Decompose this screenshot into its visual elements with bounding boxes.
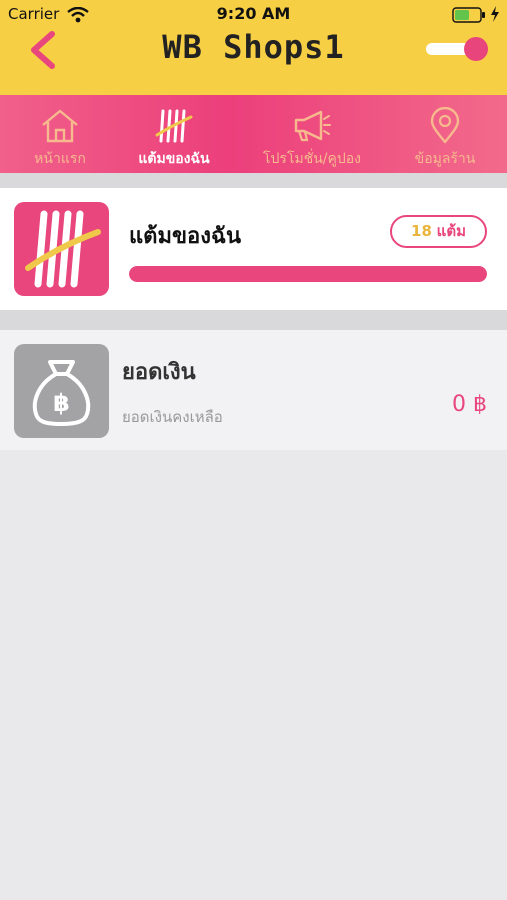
location-pin-icon (430, 107, 460, 144)
tab-promotions-label: โปรโมชั่น/คูปอง (263, 151, 361, 167)
header-bar: Carrier 9:20 AM WB Shops1 (0, 0, 507, 95)
points-count: 18 (411, 222, 432, 240)
points-tally-icon (25, 210, 101, 288)
status-bar: Carrier 9:20 AM (0, 0, 507, 30)
mode-toggle[interactable] (426, 37, 488, 61)
svg-text:฿: ฿ (53, 389, 70, 417)
tab-shop-info[interactable]: ข้อมูลร้าน (395, 95, 495, 173)
tab-my-points[interactable]: แต้มของฉัน (124, 95, 224, 173)
tab-promotions[interactable]: โปรโมชั่น/คูปอง (252, 95, 372, 173)
toggle-knob (464, 37, 488, 61)
points-tally-icon (155, 109, 193, 143)
tab-home-label: หน้าแรก (34, 151, 86, 167)
charging-bolt-icon (491, 6, 499, 22)
tab-my-points-label: แต้มของฉัน (138, 151, 210, 167)
battery-icon (452, 7, 485, 23)
points-progress-fill (129, 266, 487, 282)
balance-subtitle: ยอดเงินคงเหลือ (122, 408, 223, 426)
tab-home[interactable]: หน้าแรก (10, 95, 110, 173)
money-bag-icon: ฿ (32, 360, 91, 426)
clock-time: 9:20 AM (216, 4, 291, 23)
points-card[interactable]: แต้มของฉัน 18 แต้ม (0, 188, 507, 310)
balance-amount: 0 ฿ (452, 392, 487, 417)
points-unit: แต้ม (436, 222, 466, 240)
home-icon (42, 109, 78, 143)
points-logo (14, 202, 109, 296)
section-divider (0, 173, 507, 188)
balance-row[interactable]: ฿ ยอดเงิน ยอดเงินคงเหลือ 0 ฿ (0, 330, 507, 450)
balance-title: ยอดเงิน (122, 360, 196, 385)
points-title: แต้มของฉัน (129, 224, 241, 249)
balance-icon-box: ฿ (14, 344, 109, 438)
points-count-badge[interactable]: 18 แต้ม (390, 215, 487, 248)
tab-bar: หน้าแรก แต้มของฉัน โปรโมชั่น/คูปอง ข้อมู… (0, 95, 507, 173)
megaphone-icon (294, 110, 331, 142)
tab-shop-info-label: ข้อมูลร้าน (414, 151, 476, 167)
points-progress-bar (129, 266, 487, 282)
section-divider (0, 310, 507, 330)
